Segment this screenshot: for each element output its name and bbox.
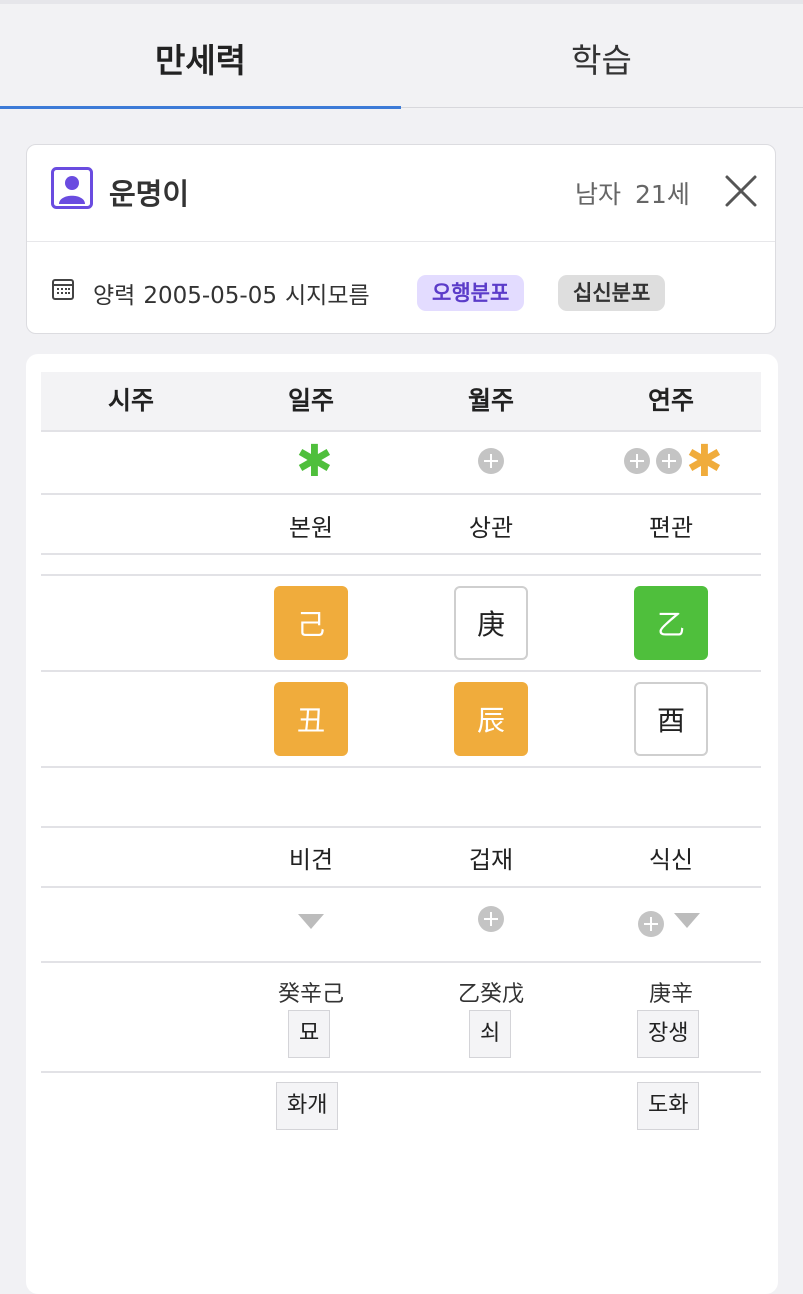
birth-date: 2005-05-05 xyxy=(143,283,277,309)
header-year-pillar: 연주 xyxy=(647,386,694,415)
profile-info: 남자 21세 xyxy=(575,175,690,211)
branch-tengod-day: 비견 xyxy=(288,846,334,874)
heavenly-stem-day[interactable]: 己 xyxy=(274,586,348,660)
calendar-icon xyxy=(52,279,74,300)
hidden-stems-day: 癸辛己 xyxy=(277,982,344,1007)
twelve-spirit-year[interactable]: 도화 xyxy=(637,1082,700,1130)
person-icon xyxy=(51,167,93,209)
tab-divider xyxy=(401,107,803,108)
asterisk-icon: ✱ xyxy=(296,436,333,487)
twelve-stage-day[interactable]: 묘 xyxy=(288,1010,331,1058)
plus-circle-icon[interactable] xyxy=(478,906,504,932)
row-divider xyxy=(41,826,761,828)
tab-study[interactable]: 학습 xyxy=(401,34,802,82)
row-divider xyxy=(41,1071,761,1073)
triangle-down-icon[interactable] xyxy=(674,913,700,928)
row-divider xyxy=(41,430,761,432)
calendar-type: 양력 xyxy=(93,283,136,309)
five-elements-button[interactable]: 오행분포 xyxy=(417,275,525,311)
tab-active-indicator xyxy=(0,106,401,109)
twelve-stage-month[interactable]: 쇠 xyxy=(469,1010,512,1058)
triangle-down-icon[interactable] xyxy=(298,914,324,929)
tab-bar: 만세력 학습 xyxy=(0,0,803,110)
row-divider xyxy=(41,961,761,963)
header-month-pillar: 월주 xyxy=(467,386,514,415)
row-divider xyxy=(41,493,761,495)
heavenly-stem-year[interactable]: 乙 xyxy=(634,586,708,660)
earthly-branch-month[interactable]: 辰 xyxy=(454,682,528,756)
branch-tengod-month: 겁재 xyxy=(468,846,514,874)
twelve-spirit-day[interactable]: 화개 xyxy=(276,1082,339,1130)
stem-tengod-month: 상관 xyxy=(468,514,514,542)
saju-table: 시주 일주 월주 연주 ✱ ✱ 본원 상관 편관 己 庚 乙 丑 辰 酉 비견 … xyxy=(26,354,778,1294)
header-hour-pillar: 시주 xyxy=(107,386,154,415)
row-divider xyxy=(41,886,761,888)
earthly-branch-day[interactable]: 丑 xyxy=(274,682,348,756)
profile-card: 운명이 남자 21세 양력 2005-05-05 시지모름 오행분포 십신분포 xyxy=(26,144,776,334)
row-divider xyxy=(41,670,761,672)
profile-name: 운명이 xyxy=(109,177,190,211)
plus-circle-icon[interactable] xyxy=(624,448,650,474)
birth-info: 양력 2005-05-05 시지모름 xyxy=(93,276,370,310)
row-divider xyxy=(41,766,761,768)
row-divider xyxy=(41,574,761,576)
card-divider xyxy=(27,241,775,242)
hidden-stems-year: 庚辛 xyxy=(648,982,693,1007)
twelve-stage-year[interactable]: 장생 xyxy=(637,1010,700,1058)
gender-label: 남자 xyxy=(575,180,622,209)
asterisk-icon: ✱ xyxy=(686,436,723,487)
ten-gods-button[interactable]: 십신분포 xyxy=(558,275,666,311)
plus-circle-icon[interactable] xyxy=(656,448,682,474)
row-divider xyxy=(41,553,761,555)
heavenly-stem-month[interactable]: 庚 xyxy=(454,586,528,660)
stem-tengod-year: 편관 xyxy=(648,514,694,542)
plus-circle-icon[interactable] xyxy=(478,448,504,474)
stem-tengod-day: 본원 xyxy=(288,514,334,542)
close-icon[interactable] xyxy=(723,173,759,209)
birth-time: 시지모름 xyxy=(285,283,370,309)
tab-manseryeok[interactable]: 만세력 xyxy=(0,34,401,82)
age-label: 21세 xyxy=(635,180,690,209)
top-divider xyxy=(0,0,803,4)
branch-tengod-year: 식신 xyxy=(648,846,694,874)
hidden-stems-month: 乙癸戊 xyxy=(457,982,524,1007)
earthly-branch-year[interactable]: 酉 xyxy=(634,682,708,756)
plus-circle-icon[interactable] xyxy=(638,911,664,937)
header-day-pillar: 일주 xyxy=(287,386,334,415)
